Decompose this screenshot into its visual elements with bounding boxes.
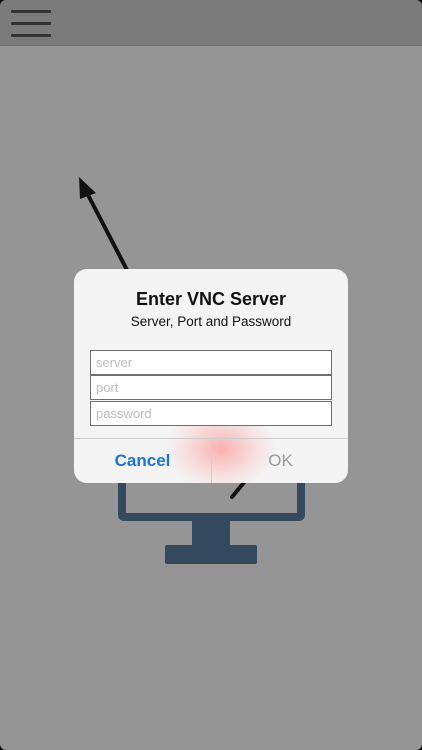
cancel-button[interactable]: Cancel bbox=[74, 439, 211, 483]
monitor-icon bbox=[118, 478, 305, 564]
app-screen: Enter VNC Server Server, Port and Passwo… bbox=[0, 0, 422, 750]
password-input[interactable] bbox=[90, 401, 332, 426]
port-input[interactable] bbox=[90, 375, 332, 400]
dialog-message: Server, Port and Password bbox=[130, 314, 292, 329]
server-input[interactable] bbox=[90, 350, 332, 375]
vnc-server-dialog: Enter VNC Server Server, Port and Passwo… bbox=[74, 269, 348, 483]
ok-button[interactable]: OK bbox=[212, 439, 348, 483]
dialog-title: Enter VNC Server bbox=[135, 289, 287, 309]
